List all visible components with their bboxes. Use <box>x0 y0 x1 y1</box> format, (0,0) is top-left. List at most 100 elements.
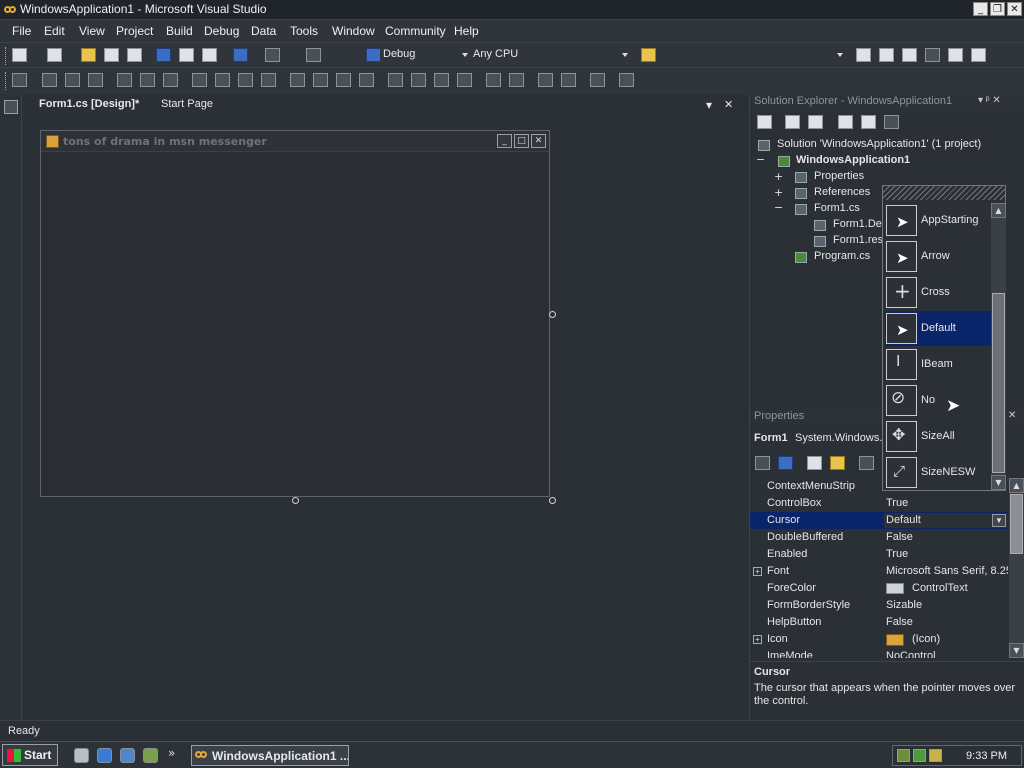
scroll-thumb[interactable] <box>1010 494 1023 554</box>
properties-window-icon[interactable] <box>879 48 894 62</box>
align-lefts-icon[interactable] <box>42 73 57 87</box>
cursor-dropdown-list[interactable]: ➤ AppStarting ➤ Arrow + Cross ➤ Default I IBe… <box>882 185 1006 491</box>
collapse-icon[interactable]: − <box>774 201 783 214</box>
size-to-grid-icon[interactable] <box>215 73 230 87</box>
cursor-option-arrow[interactable]: ➤ Arrow <box>885 239 991 274</box>
cursor-option-cross[interactable]: + Cross <box>885 275 991 310</box>
menu-community[interactable]: Community <box>385 24 446 38</box>
copy-icon[interactable] <box>179 48 194 62</box>
make-same-width-icon[interactable] <box>192 73 207 87</box>
tree-form1[interactable]: Form1.cs <box>814 202 860 214</box>
toolbar-grip[interactable] <box>5 72 8 90</box>
chevron-down-icon[interactable] <box>462 53 468 57</box>
messenger-icon[interactable] <box>143 748 158 763</box>
form1-designer[interactable]: tons of drama in msn messenger _ □ ✕ <box>40 130 550 497</box>
property-row[interactable]: + Icon (Icon) <box>750 631 1008 648</box>
start-debug-icon[interactable] <box>366 48 381 62</box>
property-value[interactable]: True <box>886 497 1008 509</box>
expand-icon[interactable]: + <box>753 635 762 644</box>
show-desktop-icon[interactable] <box>74 748 89 763</box>
scroll-thumb[interactable] <box>992 293 1005 473</box>
property-value[interactable]: False <box>886 616 1008 628</box>
scroll-down-icon[interactable]: ▼ <box>991 475 1006 490</box>
cursor-dropdown-button[interactable]: ▼ <box>992 514 1006 527</box>
scroll-up-icon[interactable]: ▲ <box>1009 478 1024 493</box>
menu-window[interactable]: Window <box>332 24 375 38</box>
configuration-combo[interactable]: Debug <box>380 47 470 64</box>
make-same-height-icon[interactable] <box>238 73 253 87</box>
alphabetical-icon[interactable] <box>778 456 793 470</box>
menu-data[interactable]: Data <box>251 24 276 38</box>
tab-list-dropdown-icon[interactable]: ▾ <box>706 98 712 112</box>
expand-icon[interactable]: + <box>753 567 762 576</box>
properties-view-icon[interactable] <box>807 456 822 470</box>
events-icon[interactable] <box>830 456 845 470</box>
property-value[interactable]: (Icon) <box>912 633 1024 645</box>
collapse-icon[interactable]: − <box>756 153 765 166</box>
taskbar-task-visual-studio[interactable]: WindowsApplication1 ... <box>191 745 349 766</box>
menu-project[interactable]: Project <box>116 24 153 38</box>
property-value[interactable]: False <box>886 531 1008 543</box>
undo-icon[interactable] <box>233 48 248 62</box>
horizontal-spacing-equal-icon[interactable] <box>290 73 305 87</box>
platform-combo[interactable]: Any CPU <box>470 47 630 64</box>
cut-icon[interactable] <box>156 48 171 62</box>
tree-form1-resx[interactable]: Form1.res <box>833 234 883 246</box>
vertical-spacing-equal-icon[interactable] <box>388 73 403 87</box>
align-middles-icon[interactable] <box>140 73 155 87</box>
refresh-icon[interactable] <box>808 115 823 129</box>
expand-icon[interactable]: + <box>774 170 783 183</box>
tree-references[interactable]: References <box>814 186 870 198</box>
add-item-icon[interactable] <box>47 48 62 62</box>
volume-icon[interactable] <box>929 749 942 762</box>
decrease-vertical-spacing-icon[interactable] <box>434 73 449 87</box>
property-row[interactable]: FormBorderStyle Sizable <box>750 597 1008 614</box>
chevron-down-icon[interactable] <box>622 53 628 57</box>
menu-help[interactable]: Help <box>454 24 479 38</box>
new-project-icon[interactable] <box>12 48 27 62</box>
tree-solution[interactable]: Solution 'WindowsApplication1' (1 projec… <box>777 138 981 150</box>
messenger-tray-icon[interactable] <box>913 749 926 762</box>
property-row[interactable]: + Font Microsoft Sans Serif, 8.25 <box>750 563 1008 580</box>
tab-form1-design[interactable]: Form1.cs [Design]* <box>39 98 139 110</box>
resize-handle-bottom-right[interactable] <box>549 497 556 504</box>
paste-icon[interactable] <box>202 48 217 62</box>
properties-scrollbar[interactable]: ▲ ▼ <box>1009 478 1024 658</box>
view-designer-icon[interactable] <box>861 115 876 129</box>
bring-to-front-icon[interactable] <box>538 73 553 87</box>
redo-icon[interactable] <box>265 48 280 62</box>
menu-debug[interactable]: Debug <box>204 24 239 38</box>
resize-handle-bottom[interactable] <box>292 497 299 504</box>
start-button[interactable]: Start <box>2 744 58 766</box>
resize-handle-right[interactable] <box>549 311 556 318</box>
increase-horizontal-spacing-icon[interactable] <box>313 73 328 87</box>
property-row[interactable]: ImeMode NoControl <box>750 648 1008 658</box>
tree-project[interactable]: WindowsApplication1 <box>796 154 910 166</box>
properties-close-icon[interactable]: ✕ <box>1008 410 1016 421</box>
tree-program[interactable]: Program.cs <box>814 250 870 262</box>
find-in-files-icon[interactable] <box>641 48 656 62</box>
property-value[interactable]: Sizable <box>886 599 1008 611</box>
align-centers-icon[interactable] <box>65 73 80 87</box>
dropdown-resize-grip[interactable] <box>883 186 1005 200</box>
solution-explorer-pin-close[interactable]: ▾ ᵖ ✕ <box>978 95 1001 106</box>
increase-vertical-spacing-icon[interactable] <box>411 73 426 87</box>
align-bottoms-icon[interactable] <box>163 73 178 87</box>
center-horizontally-icon[interactable] <box>486 73 501 87</box>
property-row-selected[interactable]: Cursor Default ▼ <box>750 512 1008 529</box>
scroll-down-icon[interactable]: ▼ <box>1009 643 1024 658</box>
clock[interactable]: 9:33 PM <box>966 750 1007 762</box>
close-document-icon[interactable]: ✕ <box>724 98 733 111</box>
send-to-back-icon[interactable] <box>561 73 576 87</box>
properties-icon[interactable] <box>757 115 772 129</box>
remove-horizontal-spacing-icon[interactable] <box>359 73 374 87</box>
toolbar-grip[interactable] <box>5 47 8 65</box>
categorized-icon[interactable] <box>755 456 770 470</box>
minimize-button[interactable]: _ <box>973 2 988 16</box>
align-rights-icon[interactable] <box>88 73 103 87</box>
property-row[interactable]: Enabled True <box>750 546 1008 563</box>
align-tops-icon[interactable] <box>117 73 132 87</box>
expand-icon[interactable]: + <box>774 186 783 199</box>
form-title-bar[interactable]: tons of drama in msn messenger _ □ ✕ <box>41 131 549 152</box>
cursor-value[interactable]: Default <box>884 513 1008 528</box>
